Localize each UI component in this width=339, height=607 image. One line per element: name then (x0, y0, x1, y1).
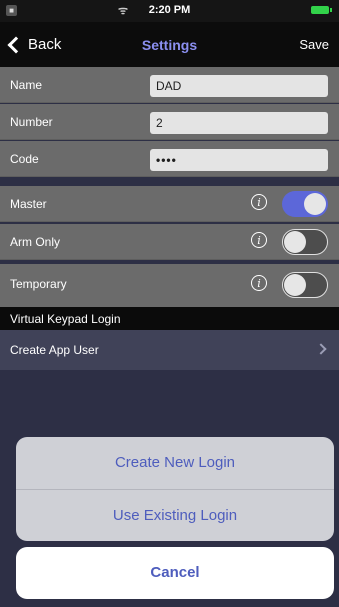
name-row: Name DAD (0, 67, 339, 103)
master-label: Master (10, 197, 47, 211)
temporary-row: Temporary i (0, 264, 339, 307)
arm-only-label: Arm Only (10, 235, 61, 249)
settings-screen: ■ ᯤ 2:20 PM Back Settings Save Name DAD … (0, 0, 339, 607)
temporary-toggle[interactable] (282, 272, 328, 298)
nav-bar: Back Settings Save (0, 22, 339, 67)
create-app-user-row[interactable]: Create App User (0, 330, 339, 370)
row-divider (0, 102, 339, 103)
save-button[interactable]: Save (299, 37, 329, 52)
create-app-user-label: Create App User (10, 343, 99, 357)
section-header: Virtual Keypad Login (0, 307, 339, 330)
master-row: Master i (0, 186, 339, 222)
battery-icon (311, 6, 332, 14)
status-bar: ■ ᯤ 2:20 PM (0, 0, 339, 22)
section-title: Virtual Keypad Login (10, 312, 121, 326)
arm-only-toggle[interactable] (282, 229, 328, 255)
number-label: Number (10, 115, 53, 129)
row-divider (0, 221, 339, 222)
info-icon[interactable]: i (251, 275, 267, 291)
row-divider (0, 139, 339, 140)
toggle-knob (284, 231, 306, 253)
arm-only-row: Arm Only i (0, 224, 339, 260)
code-row: Code •••• (0, 141, 339, 177)
row-divider (0, 176, 339, 177)
cancel-button[interactable]: Cancel (16, 547, 334, 599)
code-label: Code (10, 152, 39, 166)
info-icon[interactable]: i (251, 232, 267, 248)
name-label: Name (10, 78, 43, 92)
number-row: Number 2 (0, 104, 339, 140)
row-divider (0, 259, 339, 260)
page-title: Settings (141, 37, 198, 53)
create-new-login-button[interactable]: Create New Login (16, 437, 334, 489)
status-time: 2:20 PM (148, 4, 191, 16)
code-field[interactable]: •••• (150, 149, 328, 171)
toggle-knob (304, 193, 326, 215)
name-field[interactable]: DAD (150, 75, 328, 97)
chevron-right-icon (315, 343, 327, 355)
master-toggle[interactable] (282, 191, 328, 217)
toggle-knob (284, 274, 306, 296)
info-icon[interactable]: i (251, 194, 267, 210)
number-field[interactable]: 2 (150, 112, 328, 134)
action-sheet: Create New Login Use Existing Login (16, 437, 334, 541)
temporary-label: Temporary (10, 277, 67, 291)
use-existing-login-button[interactable]: Use Existing Login (16, 489, 334, 541)
